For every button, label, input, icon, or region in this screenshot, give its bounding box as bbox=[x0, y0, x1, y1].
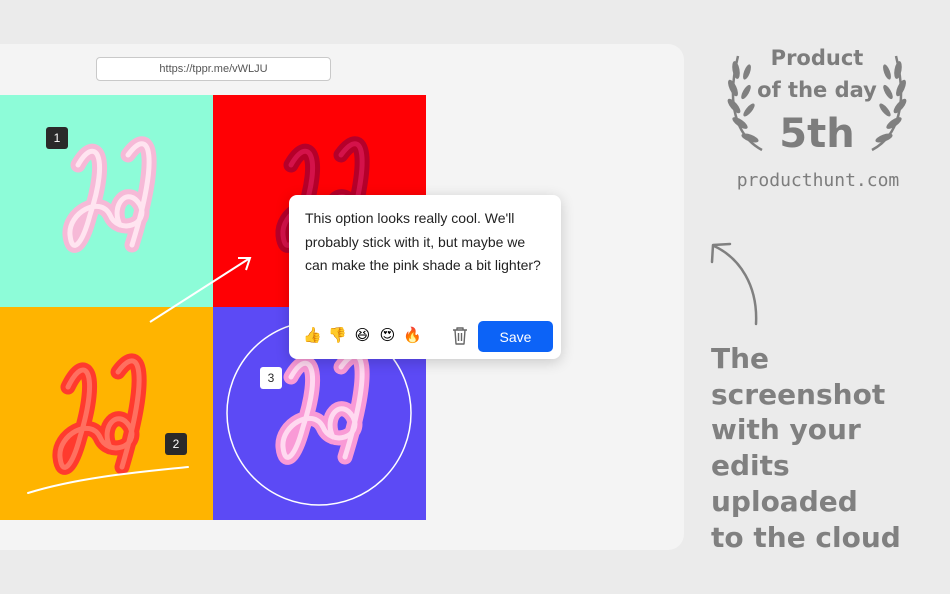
badge-domain: producthunt.com bbox=[736, 170, 900, 191]
curved-arrow-icon bbox=[710, 242, 758, 326]
pink-hb-lettering bbox=[62, 136, 157, 253]
tagline-line-4: edits bbox=[711, 449, 790, 483]
tagline: The screenshot with your edits uploaded … bbox=[711, 341, 946, 555]
save-button[interactable]: Save bbox=[478, 321, 553, 352]
red-hb-lettering bbox=[27, 353, 189, 494]
trash-icon[interactable] bbox=[451, 326, 469, 346]
tagline-line-1: The bbox=[711, 342, 770, 375]
heart-eyes-reaction[interactable]: 😍 bbox=[378, 326, 397, 345]
comment-marker-1[interactable]: 1 bbox=[46, 127, 68, 149]
comment-marker-3[interactable]: 3 bbox=[260, 367, 282, 389]
badge-rank: 5th bbox=[779, 111, 855, 157]
mint-tile[interactable] bbox=[0, 95, 213, 307]
fire-reaction[interactable]: 🔥 bbox=[403, 326, 422, 345]
tagline-line-2: screenshot bbox=[711, 377, 886, 411]
thumbs-up-reaction[interactable]: 👍 bbox=[303, 326, 322, 345]
orange-tile[interactable] bbox=[0, 307, 213, 520]
badge-line-2: of the day bbox=[757, 78, 877, 102]
badge-line-1: Product bbox=[770, 46, 864, 70]
tagline-line-3: with your bbox=[711, 413, 861, 447]
badge-title: Product of the day bbox=[740, 42, 894, 106]
url-field[interactable]: https://tppr.me/vWLJU bbox=[96, 57, 331, 81]
tagline-line-5: uploaded bbox=[711, 484, 858, 518]
tagline-line-6: to the cloud bbox=[711, 520, 901, 554]
comment-text[interactable]: This option looks really cool. We'll pro… bbox=[305, 207, 549, 278]
comment-popup: This option looks really cool. We'll pro… bbox=[289, 195, 561, 359]
comment-marker-2[interactable]: 2 bbox=[165, 433, 187, 455]
reaction-bar: 👍 👎 😆 😍 🔥 bbox=[303, 326, 422, 345]
thumbs-down-reaction[interactable]: 👎 bbox=[328, 326, 347, 345]
laughing-reaction[interactable]: 😆 bbox=[353, 326, 372, 345]
